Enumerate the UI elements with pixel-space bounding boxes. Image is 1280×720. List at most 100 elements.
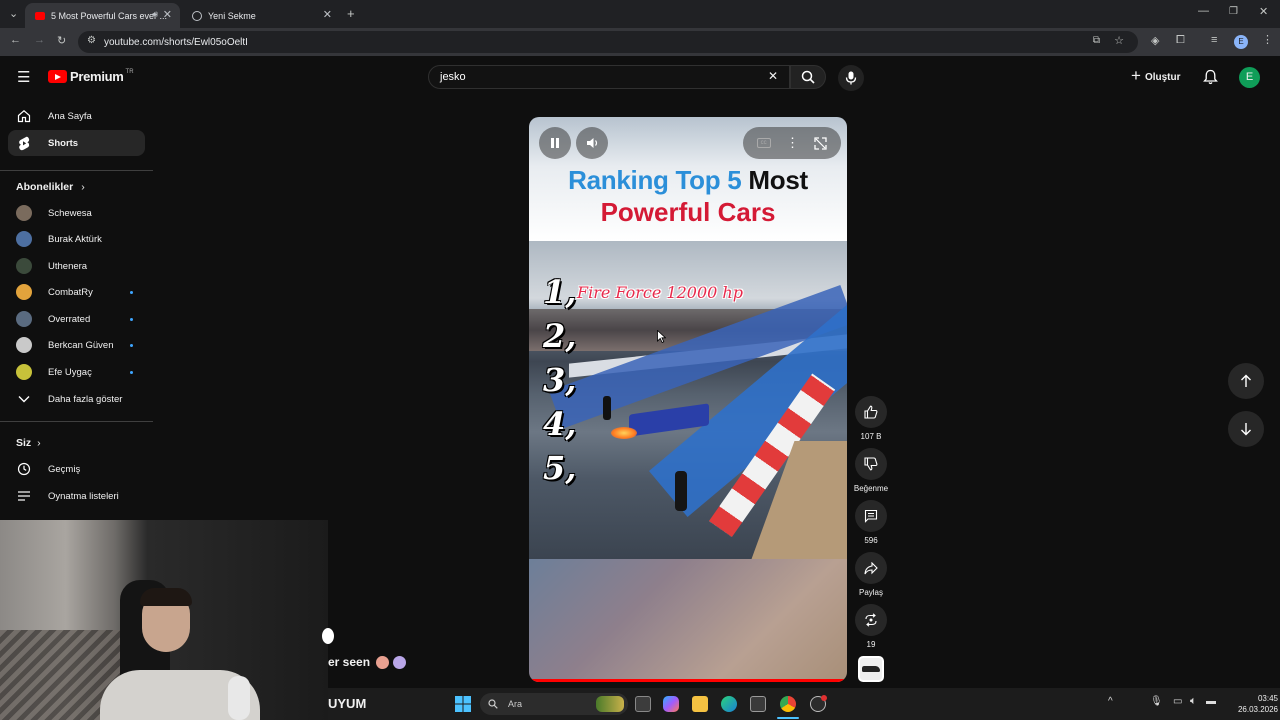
volume-button[interactable] — [576, 127, 608, 159]
history-icon — [16, 462, 32, 476]
search-button[interactable] — [790, 65, 826, 89]
you-heading[interactable]: Siz › — [16, 437, 41, 449]
captions-icon[interactable]: cc — [756, 138, 771, 148]
close-tab-icon[interactable]: ✕ — [323, 8, 332, 21]
remix-button[interactable] — [855, 604, 887, 636]
sidebar-item-subscription[interactable]: Uthenera — [8, 253, 145, 279]
like-button[interactable] — [855, 396, 887, 428]
sidebar-item-home[interactable]: Ana Sayfa — [8, 103, 145, 129]
sidebar-item-subscription[interactable]: Overrated — [8, 306, 145, 332]
emoji-icon — [393, 655, 407, 669]
rank-number: 2, — [543, 317, 577, 355]
minimize-icon[interactable]: — — [1198, 5, 1209, 17]
url-field[interactable]: ⚙ youtube.com/shorts/Ewl05oOeltI ⧉ ☆ — [78, 31, 1138, 53]
dislike-button[interactable] — [855, 448, 887, 480]
battery-icon[interactable]: ▬ — [1206, 696, 1216, 707]
comments-button[interactable] — [855, 500, 887, 532]
comment-count: 596 — [864, 536, 878, 545]
hamburger-menu-icon[interactable]: ☰ — [17, 68, 30, 86]
show-more-button[interactable]: Daha fazla göster — [8, 386, 145, 412]
microphone-tray-icon[interactable]: 🎙︎ — [1150, 696, 1163, 707]
notifications-bell-icon[interactable] — [1203, 69, 1218, 85]
shorts-icon — [16, 136, 32, 151]
sidebar-item-playlists[interactable]: Oynatma listeleri — [8, 483, 145, 509]
new-tab-icon[interactable]: + — [347, 6, 355, 21]
fullscreen-icon[interactable] — [814, 136, 827, 150]
youtube-premium-logo[interactable]: Premium TR — [48, 69, 134, 84]
speaker-icon[interactable]: 🔊︎ — [152, 9, 158, 20]
chrome-icon[interactable] — [780, 696, 796, 712]
remix-action[interactable]: 19 — [855, 604, 887, 649]
profile-avatar[interactable]: E — [1234, 35, 1248, 49]
channel-avatar — [16, 311, 32, 327]
task-view-icon[interactable] — [635, 696, 651, 712]
site-info-icon[interactable]: ⚙ — [87, 35, 96, 46]
show-hidden-icons-chevron-icon[interactable]: ^ — [1108, 696, 1113, 707]
store-icon[interactable] — [750, 696, 766, 712]
clear-search-icon[interactable]: ✕ — [768, 69, 778, 83]
new-content-dot — [130, 317, 133, 321]
media-queue-icon[interactable]: ≡ — [1211, 34, 1217, 46]
taskbar-search[interactable]: Ara — [480, 693, 628, 715]
file-explorer-icon[interactable] — [692, 696, 708, 712]
thumbs-up-icon — [864, 405, 878, 419]
chrome-menu-icon[interactable]: ⋮ — [1262, 33, 1273, 46]
restore-icon[interactable]: ❐ — [1229, 6, 1238, 17]
video-progress-bar[interactable] — [529, 679, 847, 682]
install-icon[interactable]: ⧉ — [1093, 35, 1100, 46]
sidebar-item-subscription[interactable]: Burak Aktürk — [8, 226, 145, 252]
extension-shield-icon[interactable]: ◈ — [1151, 34, 1159, 47]
search-input[interactable]: jesko — [428, 65, 790, 89]
more-options-icon[interactable]: ⋮ — [786, 135, 799, 151]
close-tab-icon[interactable]: ✕ — [163, 8, 172, 21]
shorts-video-player[interactable]: Ranking Top 5 Most Powerful Cars 1, 2, 3… — [529, 117, 847, 682]
previous-short-button[interactable] — [1228, 363, 1264, 399]
sidebar-item-subscription[interactable]: CombatRy — [8, 279, 145, 305]
new-content-dot — [130, 343, 133, 347]
extensions-puzzle-icon[interactable]: ⧠ — [1176, 34, 1185, 47]
copilot-icon[interactable] — [663, 696, 679, 712]
sidebar-item-subscription[interactable]: Berkcan Güven — [8, 332, 145, 358]
edge-icon[interactable] — [721, 696, 737, 712]
pause-button[interactable] — [539, 127, 571, 159]
sound-thumbnail[interactable] — [858, 656, 884, 682]
rank1-label: Fire Force 12000 hp — [577, 283, 743, 302]
windows-start-icon[interactable] — [455, 696, 471, 712]
sidebar-item-shorts[interactable]: Shorts — [8, 130, 145, 156]
comments-action[interactable]: 596 — [855, 500, 887, 545]
share-action[interactable]: Paylaş — [855, 552, 887, 597]
sidebar-item-history[interactable]: Geçmiş — [8, 456, 145, 482]
sidebar-item-subscription[interactable]: Efe Uygaç — [8, 359, 145, 385]
volume-tray-icon[interactable]: 🔈︎ — [1190, 695, 1197, 708]
like-action[interactable]: 107 B — [855, 396, 887, 441]
logo-text: Premium — [70, 69, 124, 84]
channel-avatar — [16, 284, 32, 300]
create-button[interactable]: + Oluştur — [1131, 66, 1181, 86]
sidebar-item-label: Shorts — [48, 137, 79, 149]
tab-new-tab[interactable]: Yeni Sekme ✕ — [182, 3, 340, 28]
back-icon[interactable]: ← — [10, 34, 21, 46]
rank-number: 5, — [543, 449, 577, 487]
share-label: Paylaş — [858, 588, 883, 597]
bookmark-star-icon[interactable]: ☆ — [1114, 34, 1124, 47]
dislike-action[interactable]: Beğenme — [854, 448, 888, 493]
network-icon[interactable]: ▭ — [1173, 696, 1182, 707]
chevron-right-icon: › — [81, 181, 85, 193]
remix-count: 19 — [866, 640, 876, 649]
sidebar-item-label: Ana Sayfa — [48, 110, 92, 122]
tab-search-icon[interactable]: ⌄ — [9, 7, 18, 20]
reload-icon[interactable]: ↻ — [57, 34, 66, 47]
share-button[interactable] — [855, 552, 887, 584]
channel-avatar — [16, 258, 32, 274]
tab-youtube[interactable]: 5 Most Powerful Cars ever ... 🔊︎ ✕ — [25, 3, 180, 28]
forward-icon[interactable]: → — [34, 34, 45, 46]
account-avatar[interactable]: E — [1239, 67, 1260, 88]
sidebar-item-subscription[interactable]: Schewesa — [8, 200, 145, 226]
system-clock[interactable]: 03:45 26.03.2026 — [1226, 693, 1278, 715]
show-more-label: Daha fazla göster — [48, 393, 123, 405]
close-window-icon[interactable]: ✕ — [1259, 5, 1268, 18]
chevron-right-icon: › — [37, 437, 41, 449]
next-short-button[interactable] — [1228, 411, 1264, 447]
voice-search-button[interactable] — [838, 65, 864, 91]
subscriptions-heading[interactable]: Abonelikler › — [16, 181, 85, 193]
